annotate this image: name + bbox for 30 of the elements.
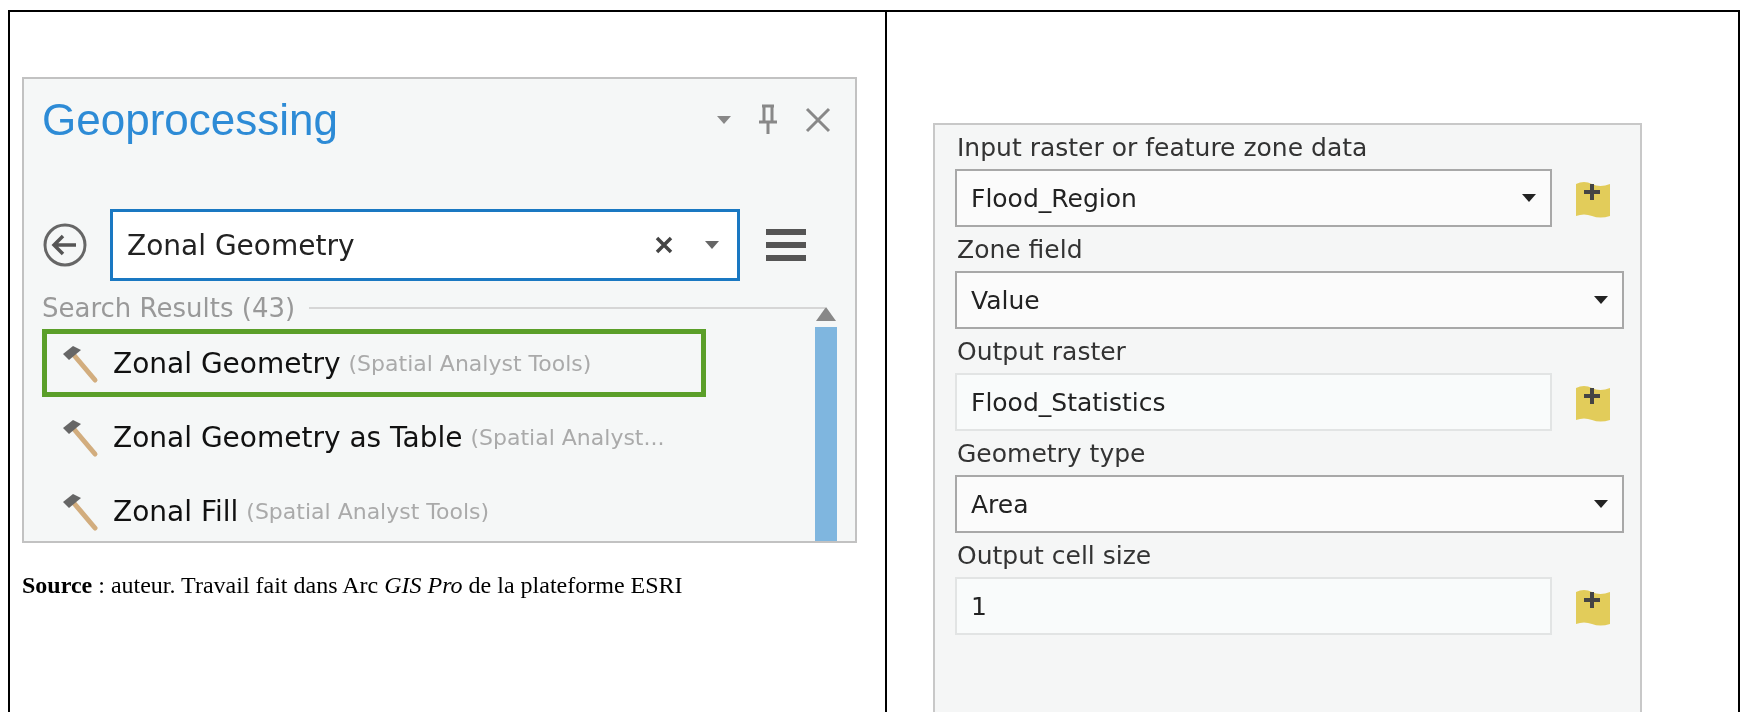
result-item[interactable]: Zonal Geometry (Spatial Analyst Tools) xyxy=(42,329,706,397)
input-field[interactable]: 1 xyxy=(955,577,1552,635)
caret-icon xyxy=(1594,296,1608,304)
parameter-label: Zone field xyxy=(957,234,1084,266)
input-field[interactable]: Flood_Statistics xyxy=(955,373,1552,431)
back-icon[interactable] xyxy=(42,222,88,268)
dropdown-icon xyxy=(705,241,719,249)
dropdown-field[interactable]: Area xyxy=(955,475,1624,533)
parameter-label: Input raster or feature zone data xyxy=(957,132,1369,164)
dropdown-icon xyxy=(717,116,731,124)
clear-icon[interactable] xyxy=(655,236,673,254)
result-item[interactable]: Zonal Geometry as Table (Spatial Analyst... xyxy=(42,403,710,471)
caret-icon xyxy=(1522,194,1536,202)
close-icon[interactable] xyxy=(805,107,831,133)
result-item[interactable]: Zonal Fill (Spatial Analyst Tools) xyxy=(42,477,710,541)
parameter-label: Output raster xyxy=(957,336,1127,368)
dropdown-field[interactable]: Flood_Region xyxy=(955,169,1552,227)
dropdown-field[interactable]: Value xyxy=(955,271,1624,329)
scrollbar-thumb[interactable] xyxy=(815,327,837,541)
parameter-label: Geometry type xyxy=(957,438,1147,470)
results-header: Search Results (43) xyxy=(42,293,296,323)
pane-title: Geoprocessing xyxy=(42,95,339,145)
scroll-up-icon[interactable] xyxy=(816,307,836,321)
search-field[interactable]: Zonal Geometry xyxy=(110,209,740,281)
figure-caption: Source : auteur. Travail fait dans Arc GIS Pro de la plateforme ESRI xyxy=(22,571,684,600)
pin-icon[interactable] xyxy=(757,104,779,136)
search-value: Zonal Geometry xyxy=(127,228,356,262)
caret-icon xyxy=(1594,500,1608,508)
menu-icon[interactable] xyxy=(766,228,806,262)
parameter-label: Output cell size xyxy=(957,540,1153,572)
